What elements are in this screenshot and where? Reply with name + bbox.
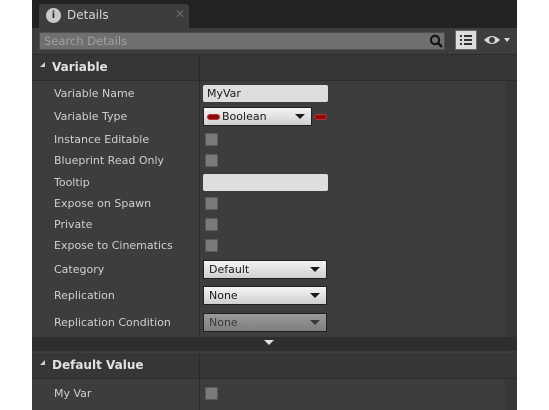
category-title: Variable	[52, 60, 108, 74]
instance-editable-checkbox[interactable]	[205, 133, 218, 146]
list-view-icon	[460, 35, 472, 45]
row-expose-to-cinematics: Expose to Cinematics	[32, 236, 505, 256]
reset-column	[505, 379, 517, 410]
info-icon: i	[46, 8, 61, 23]
container-type-icon[interactable]	[314, 114, 327, 120]
row-instance-editable: Instance Editable	[32, 130, 505, 150]
row-label: Replication	[54, 289, 115, 302]
expand-down-icon	[264, 340, 274, 345]
collapse-arrow-icon	[40, 62, 45, 67]
combo-value: Default	[209, 263, 250, 276]
row-my-var: My Var	[32, 384, 505, 404]
collapse-arrow-icon	[40, 360, 45, 365]
row-label: Variable Type	[54, 110, 128, 123]
dropdown-value: None	[209, 289, 238, 302]
row-label: Replication Condition	[54, 316, 171, 329]
row-label: Blueprint Read Only	[54, 154, 165, 167]
chevron-down-icon	[304, 287, 326, 304]
row-category: Category Default	[32, 259, 505, 281]
tab-strip: i Details ✕	[32, 0, 517, 28]
tab-label: Details	[67, 8, 109, 22]
expose-on-spawn-checkbox[interactable]	[205, 197, 218, 210]
row-replication-condition: Replication Condition None	[32, 312, 505, 334]
details-panel: i Details ✕ Variable Variab	[32, 0, 517, 410]
dropdown-value: None	[209, 316, 238, 329]
chevron-down-icon	[304, 314, 326, 331]
chevron-down-icon	[289, 108, 311, 125]
row-label: Expose to Cinematics	[54, 239, 173, 252]
row-label: My Var	[54, 387, 92, 400]
my-var-checkbox[interactable]	[205, 387, 218, 400]
dropdown-value: Boolean	[222, 110, 267, 123]
search-icon[interactable]	[429, 34, 443, 48]
category-combo[interactable]: Default	[203, 260, 327, 279]
expose-to-cinematics-checkbox[interactable]	[205, 239, 218, 252]
eye-icon	[484, 36, 510, 44]
variable-type-dropdown[interactable]: Boolean	[203, 107, 312, 126]
row-label: Private	[54, 218, 93, 231]
row-variable-type: Variable Type Boolean	[32, 106, 505, 128]
row-label: Variable Name	[54, 87, 135, 100]
replication-dropdown[interactable]: None	[203, 286, 327, 305]
advanced-expander[interactable]	[32, 337, 517, 351]
category-title: Default Value	[52, 358, 144, 372]
row-replication: Replication None	[32, 285, 505, 307]
row-variable-name: Variable Name MyVar	[32, 84, 505, 104]
category-variable-header[interactable]: Variable	[32, 55, 517, 81]
view-options-button[interactable]	[483, 31, 513, 49]
category-default-value-header[interactable]: Default Value	[32, 353, 517, 379]
row-private: Private	[32, 215, 505, 235]
row-blueprint-read-only: Blueprint Read Only	[32, 151, 505, 171]
row-label: Tooltip	[54, 176, 90, 189]
reset-column	[505, 81, 517, 337]
search-box	[39, 32, 445, 50]
chevron-down-icon	[304, 261, 326, 278]
row-label: Category	[54, 263, 105, 276]
variable-name-field[interactable]: MyVar	[203, 85, 328, 102]
tab-details[interactable]: i Details ✕	[39, 4, 189, 28]
close-tab-icon[interactable]: ✕	[175, 7, 185, 21]
replication-condition-dropdown: None	[203, 313, 327, 332]
row-expose-on-spawn: Expose on Spawn	[32, 194, 505, 214]
tooltip-field[interactable]	[203, 174, 328, 191]
private-checkbox[interactable]	[205, 218, 218, 231]
search-input[interactable]	[44, 33, 414, 49]
property-matrix-button[interactable]	[455, 30, 477, 50]
boolean-pin-icon	[207, 114, 220, 120]
row-label: Expose on Spawn	[54, 197, 152, 210]
row-tooltip: Tooltip	[32, 173, 505, 193]
row-label: Instance Editable	[54, 133, 150, 146]
blueprint-read-only-checkbox[interactable]	[205, 154, 218, 167]
